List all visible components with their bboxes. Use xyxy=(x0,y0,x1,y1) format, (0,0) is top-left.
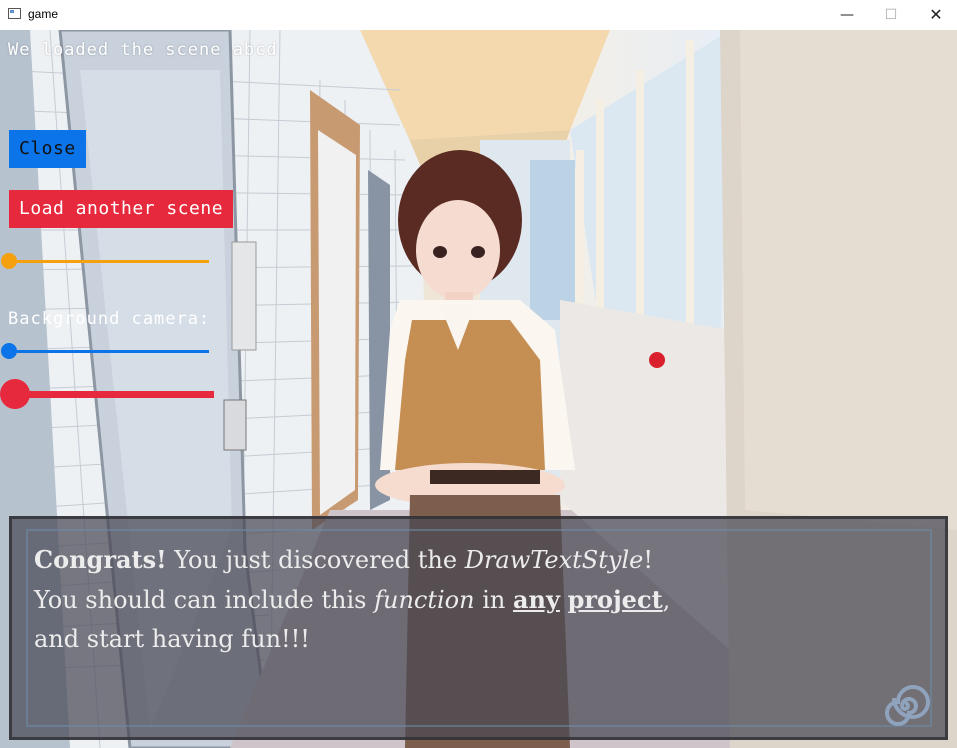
close-window-button[interactable]: ✕ xyxy=(913,0,957,30)
dialog-line-1-text: You just discovered the xyxy=(166,546,465,574)
maximize-button[interactable]: ☐ xyxy=(868,0,914,30)
background-camera-slider-knob[interactable] xyxy=(1,343,17,359)
dialog-line-2-underline-1: any xyxy=(512,585,560,614)
window-titlebar: game — ☐ ✕ xyxy=(0,0,957,30)
dialog-line-3: and start having fun!!! xyxy=(34,625,310,653)
red-slider-knob[interactable] xyxy=(0,379,30,409)
spiral-icon[interactable] xyxy=(877,683,933,729)
game-scene: We loaded the scene abcd Close Load anot… xyxy=(0,30,957,748)
dialog-line-2-italic: function xyxy=(374,586,475,614)
window-title: game xyxy=(28,7,59,21)
close-button[interactable]: Close xyxy=(9,130,86,168)
app-icon xyxy=(8,8,21,19)
dialog-line-2-underline-2: project xyxy=(567,585,663,614)
dialog-line-2: You should can include this function in … xyxy=(34,585,670,614)
dialog-line-2-text: You should can include this xyxy=(34,586,375,614)
dialog-line-1-italic: DrawTextStyle xyxy=(464,546,644,574)
orange-slider[interactable] xyxy=(1,253,209,269)
orange-slider-knob[interactable] xyxy=(1,253,17,269)
minimize-button[interactable]: — xyxy=(824,0,870,30)
dialog-line-1: Congrats! You just discovered the DrawTe… xyxy=(34,545,653,574)
dialog-line-2-end: , xyxy=(662,586,671,614)
dialog-box[interactable]: Congrats! You just discovered the DrawTe… xyxy=(9,516,948,740)
dialog-line-2-space xyxy=(560,586,568,614)
background-camera-label: Background camera: xyxy=(8,309,211,329)
load-another-scene-button[interactable]: Load another scene xyxy=(9,190,234,228)
red-slider[interactable] xyxy=(0,379,214,409)
status-text: We loaded the scene abcd xyxy=(8,40,278,60)
dialog-line-1-end: ! xyxy=(643,546,653,574)
dialog-line-2-mid: in xyxy=(474,586,513,614)
dialog-line-1-bold: Congrats! xyxy=(34,545,167,574)
background-camera-slider[interactable] xyxy=(1,343,209,359)
